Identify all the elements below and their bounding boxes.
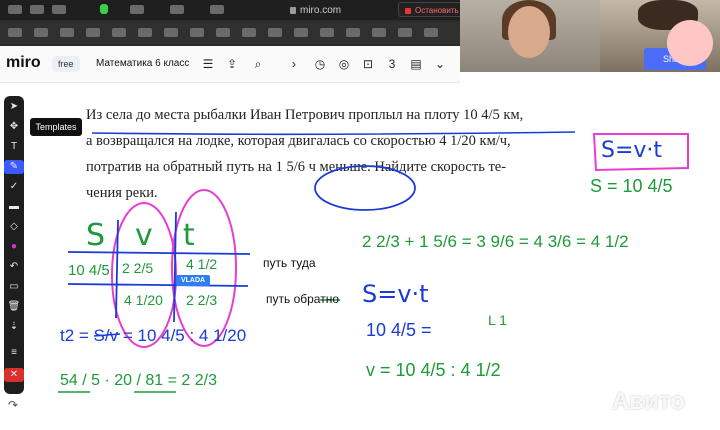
calc-sum: 2 2/3 + 1 5/6 = 3 9/6 = 4 3/6 = 4 1/2 [362, 232, 629, 251]
calc-t2: t2 = S/v = 10 4/5 : 4 1/20 [60, 326, 247, 345]
label-path-there: путь туда [263, 256, 316, 270]
calc-s: 10 4/5 = [366, 320, 432, 340]
formula-s-vt: S=v·t [601, 138, 663, 163]
label-path-back: путь обратно [266, 292, 340, 306]
table-cell: 2 2/5 [122, 260, 154, 276]
table-line [67, 283, 249, 287]
formula-s-vt-2: S=v·t [362, 280, 429, 308]
table-cell: 10 4/5 [68, 262, 110, 279]
underline-stroke [91, 131, 576, 136]
table-header: Svt [86, 218, 225, 253]
watermark-logo: Авито [612, 388, 685, 415]
circle-stroke [314, 165, 416, 211]
table-cell: 4 1/20 [124, 292, 163, 308]
table-header-v: v [135, 218, 183, 253]
collaborator-cursor-label: VLADA [176, 275, 210, 286]
formula-s-value: S = 10 4/5 [590, 176, 673, 196]
table-cell: 2 2/3 [186, 292, 218, 308]
calc-product: 54 / 5 · 20 / 81 = 2 2/3 [60, 372, 217, 389]
drawing-layer [58, 131, 689, 393]
table-cell: 4 1/2 [186, 256, 218, 272]
note: L 1 [488, 312, 507, 328]
table-header-t: t [182, 218, 225, 253]
table-header-s: S [86, 218, 136, 253]
calc-v: v = 10 4/5 : 4 1/2 [366, 360, 501, 380]
